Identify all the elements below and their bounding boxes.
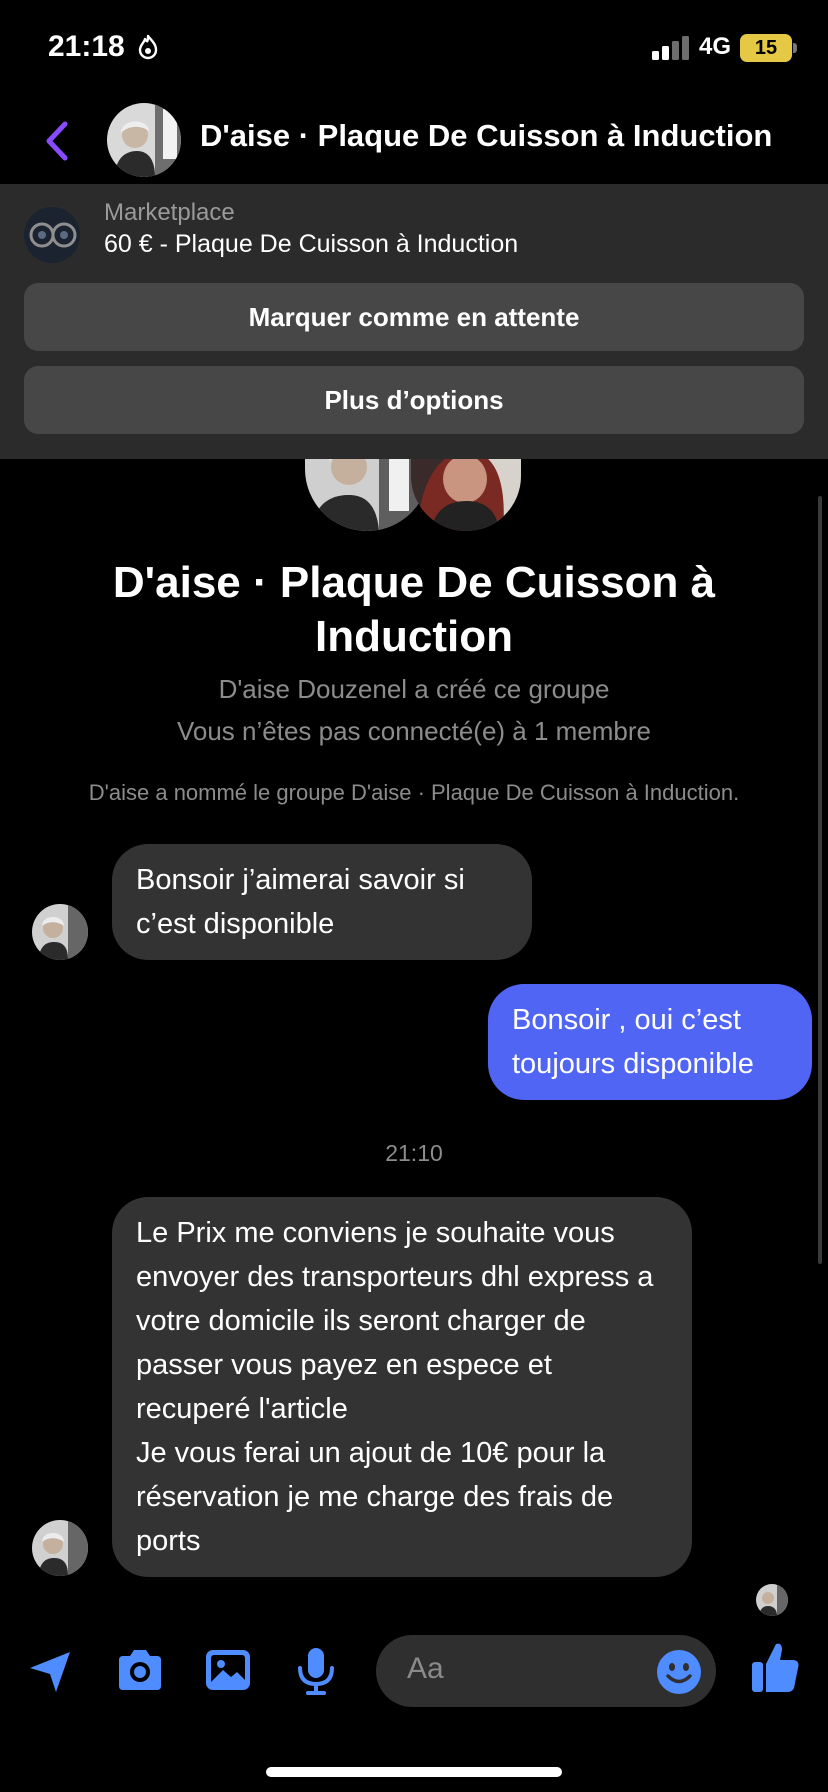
image-icon[interactable]	[201, 1644, 255, 1698]
scrollbar[interactable]	[818, 496, 822, 1264]
listing-title[interactable]: 60 € - Plaque De Cuisson à Induction	[104, 230, 518, 259]
message-bubble-incoming[interactable]: Le Prix me conviens je souhaite vous env…	[112, 1197, 692, 1577]
camera-icon[interactable]	[113, 1644, 167, 1698]
conversation-avatar[interactable]	[107, 103, 181, 177]
message-timestamp: 21:10	[385, 1140, 443, 1166]
more-options-button[interactable]: Plus d’options	[24, 366, 804, 434]
battery-tip	[793, 43, 797, 53]
message-bubble-outgoing[interactable]: Bonsoir , oui c’est toujours disponible	[488, 984, 812, 1100]
conversation-title[interactable]: D'aise · Plaque De Cuisson à Induction	[200, 118, 790, 154]
status-time: 21:18	[48, 30, 125, 63]
read-receipt-avatar	[756, 1584, 788, 1616]
group-title: D'aise · Plaque De Cuisson à Induction	[112, 558, 716, 661]
message-bubble-incoming[interactable]: Bonsoir j’aimerai savoir si c’est dispon…	[112, 844, 532, 960]
sender-avatar[interactable]	[32, 1520, 88, 1576]
focus-mode-icon	[138, 34, 158, 60]
smiley-icon[interactable]	[656, 1649, 702, 1695]
location-arrow-icon[interactable]	[24, 1644, 78, 1698]
group-connection-info: Vous n’êtes pas connecté(e) à 1 membre	[176, 716, 652, 746]
network-type: 4G	[699, 33, 732, 60]
marketplace-label: Marketplace	[104, 199, 235, 226]
home-indicator[interactable]	[266, 1767, 562, 1777]
group-rename-event: D'aise a nommé le groupe D'aise · Plaque…	[88, 780, 740, 805]
thumbs-up-icon[interactable]	[748, 1638, 802, 1696]
battery-level: 15	[754, 36, 778, 59]
mark-pending-button[interactable]: Marquer comme en attente	[24, 283, 804, 351]
product-thumbnail[interactable]	[24, 207, 80, 263]
message-input-placeholder: Aa	[407, 1652, 444, 1685]
chevron-left-icon[interactable]	[40, 118, 74, 164]
sender-avatar[interactable]	[32, 904, 88, 960]
microphone-icon[interactable]	[289, 1644, 343, 1698]
group-created-by: D'aise Douzenel a créé ce groupe	[218, 674, 610, 704]
signal-icon	[652, 36, 689, 60]
battery-icon: 15	[740, 34, 792, 62]
